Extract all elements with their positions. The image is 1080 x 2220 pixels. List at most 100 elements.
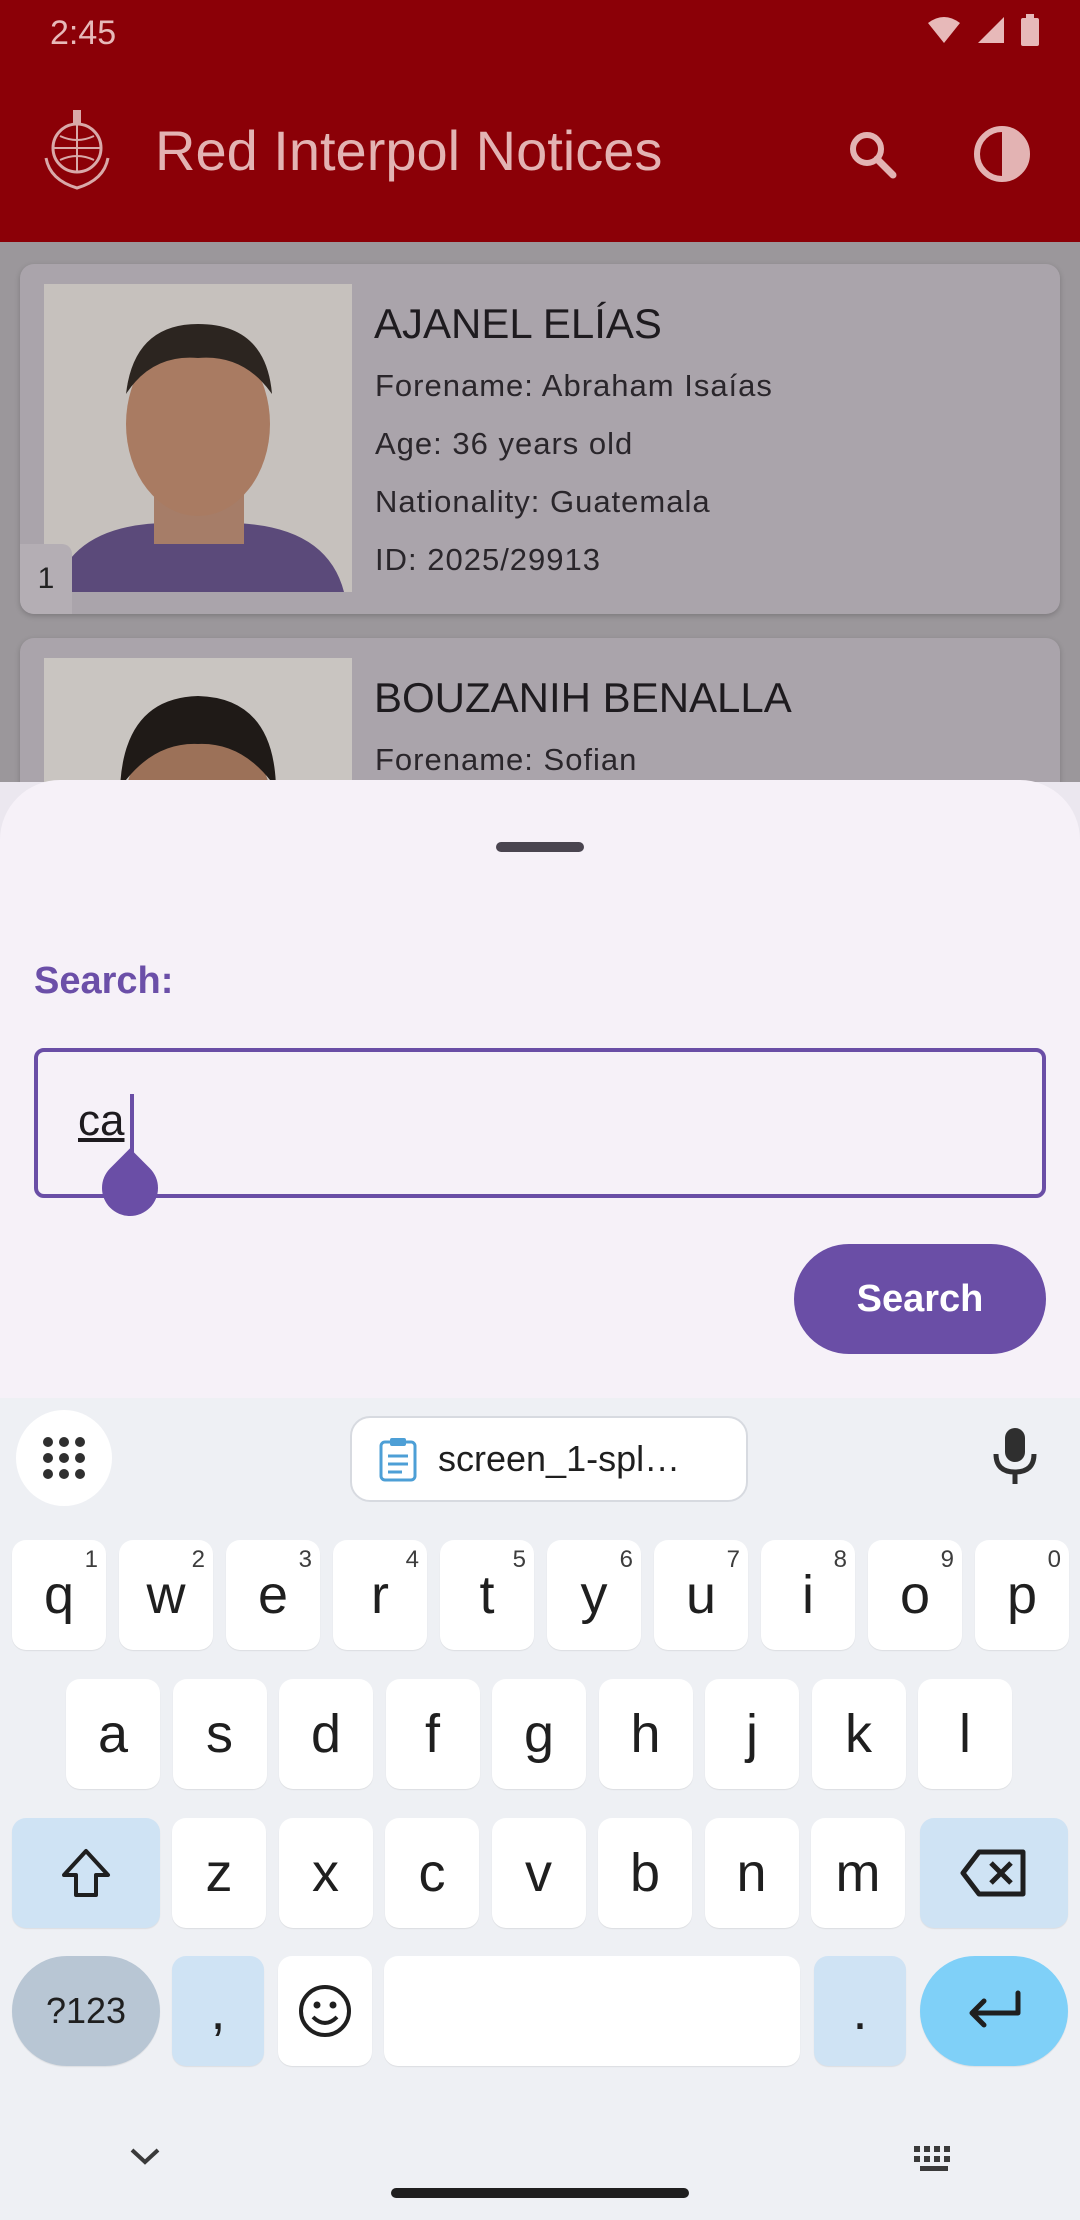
notice-nationality: Nationality: Guatemala (375, 484, 711, 519)
key-b[interactable]: b (598, 1818, 692, 1928)
key-hint: 6 (619, 1546, 633, 1573)
clipboard-icon (379, 1438, 417, 1482)
comma-key[interactable]: , (172, 1956, 264, 2066)
key-e[interactable]: e3 (226, 1540, 320, 1650)
key-l[interactable]: l (918, 1679, 1012, 1789)
key-a[interactable]: a (66, 1679, 160, 1789)
microphone-icon (993, 1428, 1037, 1484)
notice-index: 1 (20, 544, 72, 614)
space-key[interactable] (384, 1956, 800, 2066)
battery-icon (1021, 14, 1039, 46)
key-q[interactable]: q1 (12, 1540, 106, 1650)
key-label: q (43, 1565, 75, 1625)
notice-forename: Forename: Sofian (375, 742, 638, 777)
key-p[interactable]: p0 (975, 1540, 1069, 1650)
enter-key[interactable] (920, 1956, 1068, 2066)
key-g[interactable]: g (492, 1679, 586, 1789)
notice-id: ID: 2025/29913 (375, 542, 602, 577)
key-x[interactable]: x (278, 1818, 373, 1928)
search-input[interactable]: ca (34, 1048, 1046, 1198)
notice-photo (44, 284, 352, 592)
key-label: r (371, 1565, 389, 1625)
key-u[interactable]: u7 (654, 1540, 748, 1650)
drag-handle[interactable] (496, 842, 584, 852)
keyboard-apps-button[interactable] (16, 1410, 112, 1506)
shift-icon (62, 1849, 110, 1897)
key-label: p (1006, 1565, 1038, 1625)
key-label: e (257, 1565, 289, 1625)
notice-name: BOUZANIH BENALLA (374, 674, 792, 721)
key-w[interactable]: w2 (119, 1540, 213, 1650)
system-icons (926, 14, 1040, 46)
key-i[interactable]: i8 (761, 1540, 855, 1650)
key-t[interactable]: t5 (440, 1540, 534, 1650)
emoji-icon (299, 1985, 351, 2037)
soft-keyboard: screen_1-spl… q1w2e3r4t5y6u7i8o9p0 asdfg… (0, 1398, 1080, 2220)
key-hint: 7 (726, 1546, 740, 1573)
search-submit-button[interactable]: Search (794, 1244, 1046, 1354)
shift-key[interactable] (12, 1818, 160, 1928)
key-label: y (580, 1565, 608, 1625)
period-key[interactable]: . (814, 1956, 906, 2066)
theme-toggle-button[interactable] (966, 118, 1038, 190)
notice-card[interactable]: 1 AJANEL ELÍAS Forename: Abraham Isaías … (20, 264, 1060, 614)
key-v[interactable]: v (491, 1818, 586, 1928)
app-bar: Red Interpol Notices (0, 68, 1080, 242)
key-c[interactable]: c (385, 1818, 479, 1928)
gesture-bar[interactable] (391, 2188, 689, 2198)
key-o[interactable]: o9 (868, 1540, 962, 1650)
key-m[interactable]: m (811, 1818, 905, 1928)
search-button[interactable] (836, 118, 908, 190)
key-hint: 4 (405, 1546, 419, 1573)
key-label: i (802, 1565, 814, 1625)
wifi-icon (928, 17, 960, 43)
grid-icon (43, 1437, 85, 1479)
key-k[interactable]: k (811, 1679, 906, 1789)
key-label: u (685, 1565, 717, 1625)
key-h[interactable]: h (598, 1679, 693, 1789)
key-hint: 5 (512, 1546, 526, 1573)
search-input-value: ca (78, 1096, 125, 1145)
keyboard-switch-icon[interactable] (912, 2144, 958, 2174)
notice-name: AJANEL ELÍAS (374, 300, 662, 347)
key-hint: 9 (940, 1546, 954, 1573)
notice-forename: Forename: Abraham Isaías (375, 368, 773, 403)
key-hint: 8 (833, 1546, 847, 1573)
notice-age: Age: 36 years old (375, 426, 634, 461)
voice-input-button[interactable] (990, 1426, 1040, 1491)
signal-icon (978, 17, 1004, 43)
key-hint: 2 (191, 1546, 205, 1573)
interpol-logo-icon (44, 110, 110, 190)
app-title: Red Interpol Notices (155, 119, 663, 182)
key-label: w (146, 1565, 186, 1625)
status-time: 2:45 (50, 14, 117, 52)
notice-card[interactable]: BOUZANIH BENALLA Forename: Sofian (20, 638, 1060, 782)
backspace-key[interactable] (920, 1818, 1068, 1928)
clipboard-suggestion-chip[interactable]: screen_1-spl… (350, 1416, 748, 1502)
enter-icon (969, 1990, 1021, 2028)
key-label: t (479, 1565, 495, 1625)
key-s[interactable]: s (172, 1679, 267, 1789)
key-n[interactable]: n (704, 1818, 799, 1928)
search-icon (850, 132, 897, 179)
search-bottom-sheet: Search: ca Search (0, 780, 1080, 1400)
key-hint: 3 (298, 1546, 312, 1573)
emoji-key[interactable] (278, 1956, 372, 2066)
key-f[interactable]: f (385, 1679, 480, 1789)
clipboard-suggestion-text: screen_1-spl… (438, 1438, 681, 1479)
key-r[interactable]: r4 (333, 1540, 427, 1650)
key-label: o (899, 1565, 931, 1625)
backspace-icon (960, 1849, 1026, 1897)
notice-list: 1 AJANEL ELÍAS Forename: Abraham Isaías … (0, 242, 1080, 782)
chevron-down-icon[interactable] (128, 2144, 162, 2168)
search-label: Search: (34, 960, 174, 1002)
key-d[interactable]: d (279, 1679, 373, 1789)
keyboard-bottom-bar (0, 2098, 1080, 2220)
notice-photo (44, 658, 352, 782)
key-z[interactable]: z (172, 1818, 266, 1928)
key-y[interactable]: y6 (547, 1540, 641, 1650)
contrast-icon (974, 126, 1030, 182)
symbols-key[interactable]: ?123 (12, 1956, 160, 2066)
status-bar: 2:45 (0, 0, 1080, 68)
key-j[interactable]: j (705, 1679, 799, 1789)
